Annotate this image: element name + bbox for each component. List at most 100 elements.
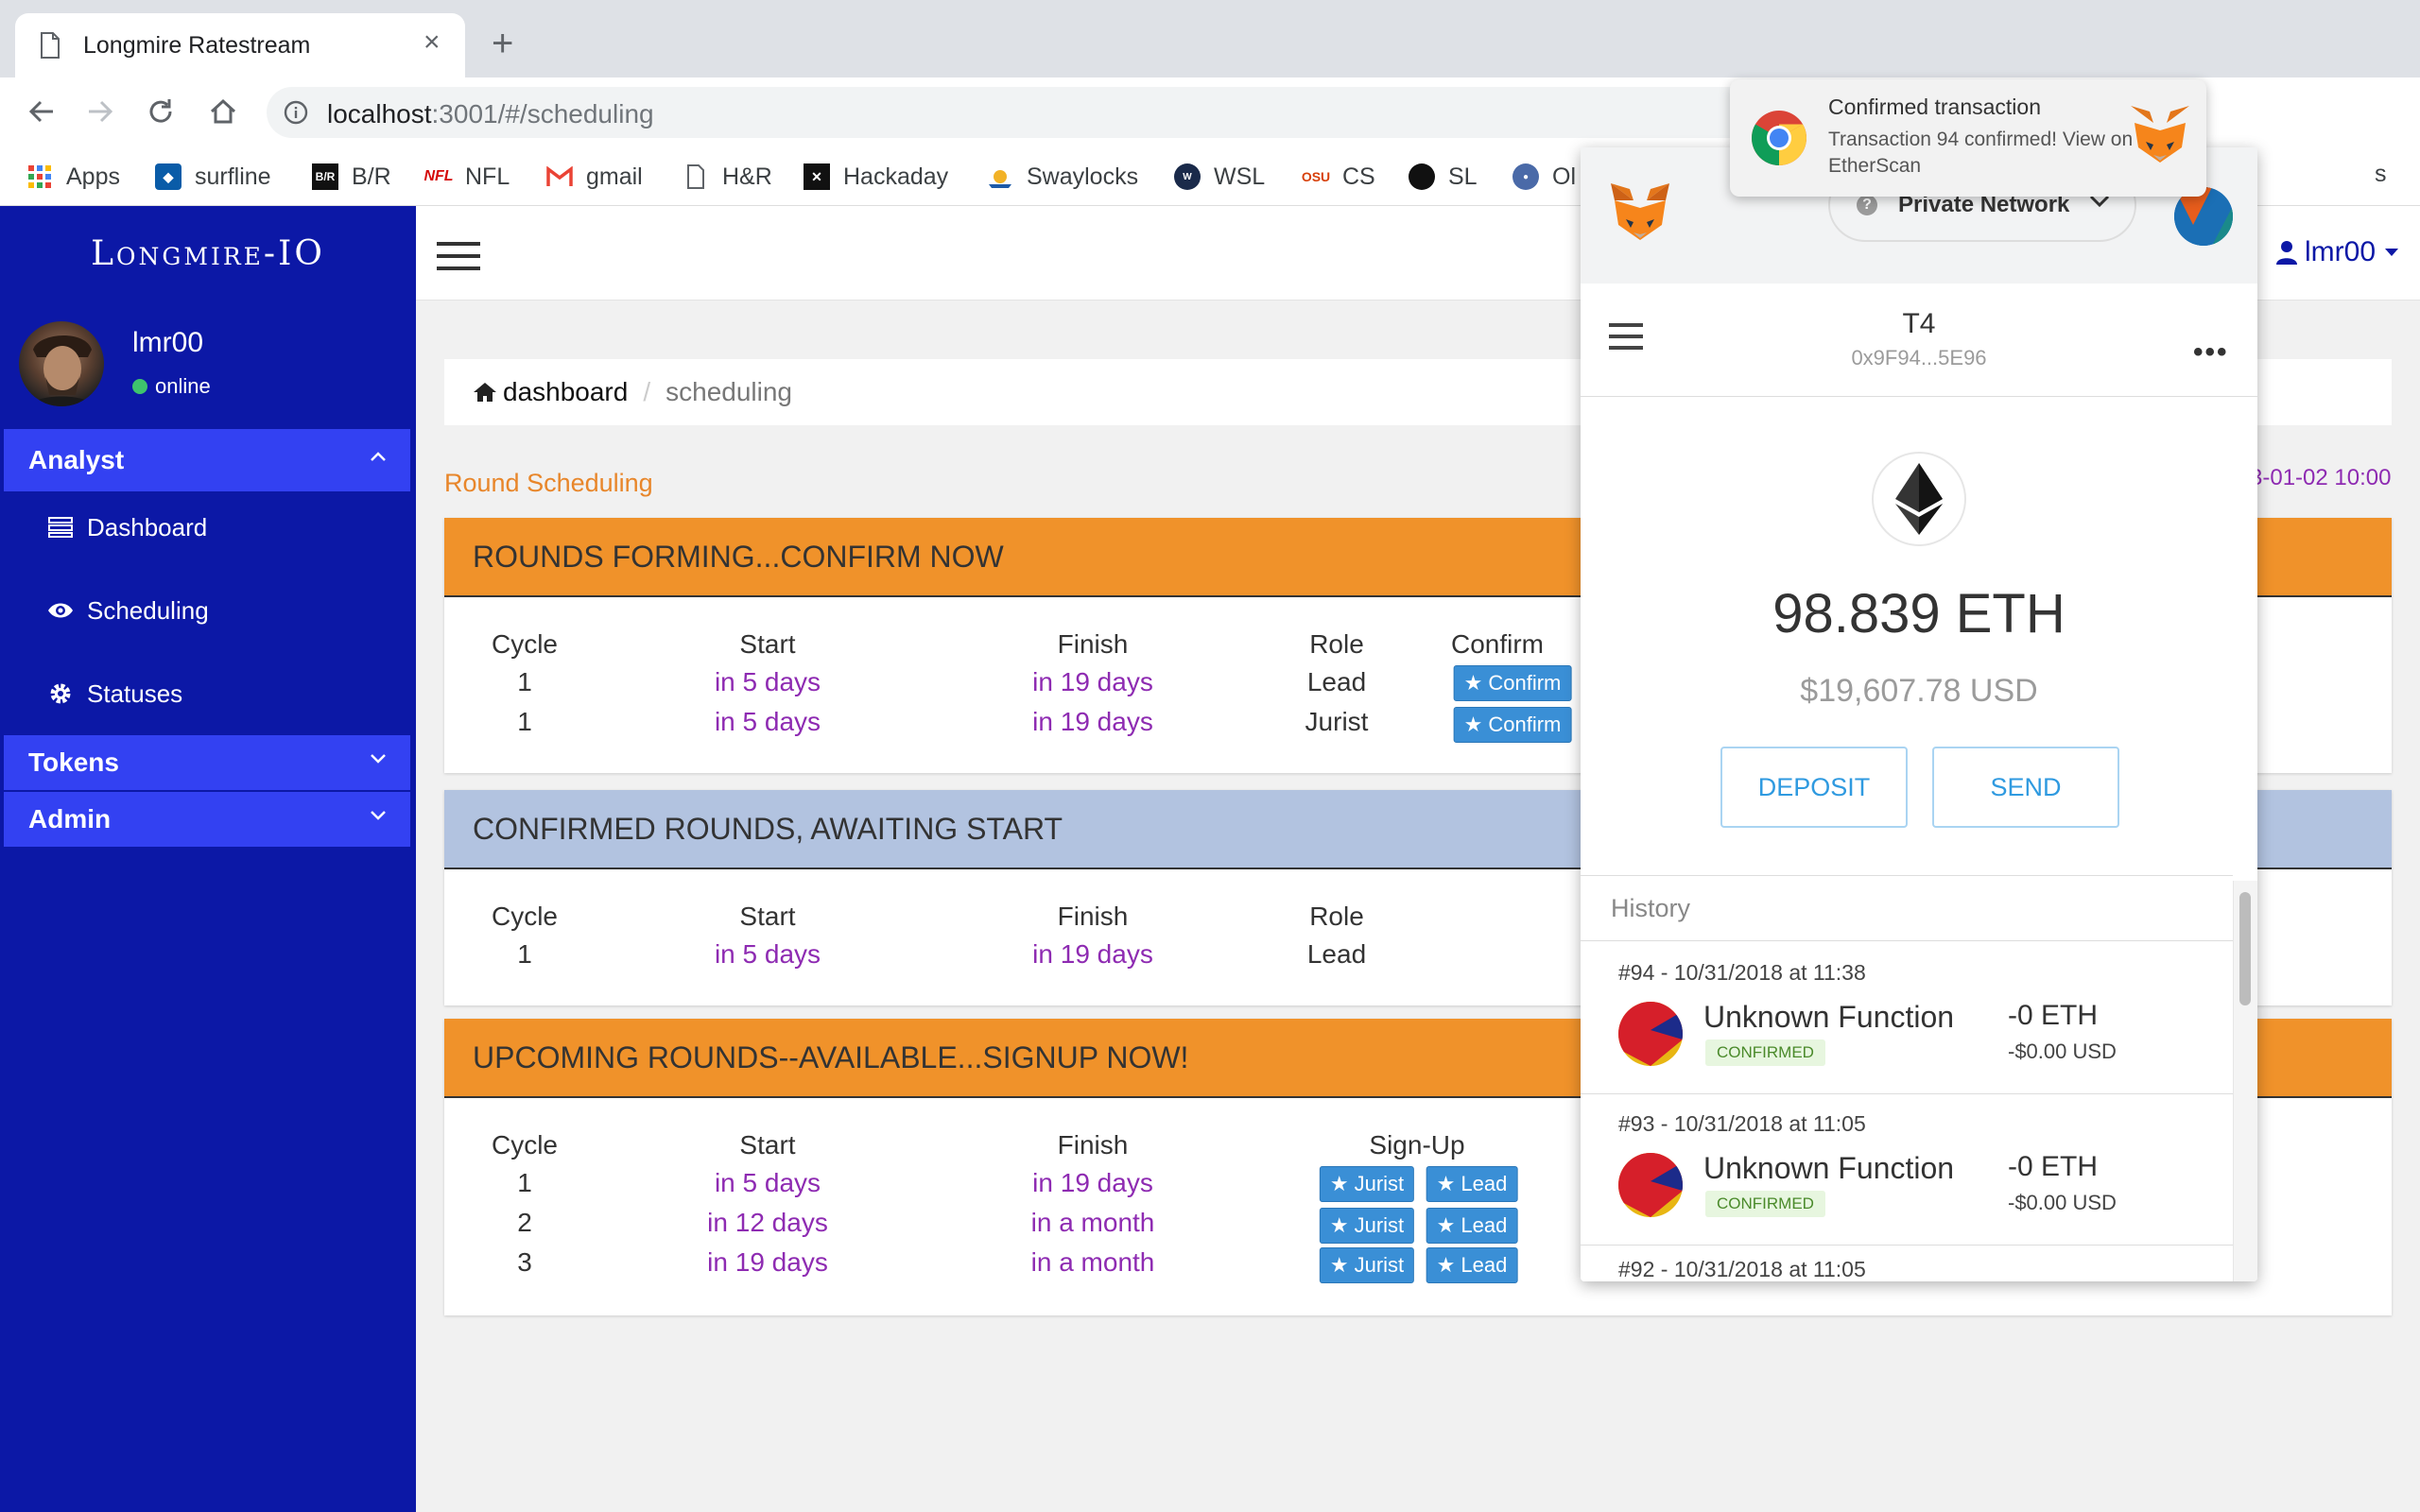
eth-balance: 98.839 ETH [1772,583,2066,644]
cycle-cell: 2 [517,1208,532,1237]
sidebar-item-dashboard[interactable]: Dashboard [47,508,207,546]
sidebar-item-statuses[interactable]: Statuses [47,675,182,713]
start-cell: in 19 days [707,1247,828,1277]
bookmark-apps[interactable]: Apps [26,159,120,195]
bookmark-label: B/R [352,163,391,190]
bookmark-sl[interactable]: SL [1409,159,1478,195]
reload-icon[interactable] [146,96,176,127]
history-header: History [1581,875,2233,941]
star-icon: ★ [1329,1253,1349,1277]
start-cell: in 5 days [714,667,821,696]
breadcrumb-home[interactable]: dashboard [473,377,628,407]
tx-function: Unknown Function [1703,1151,1955,1185]
confirm-jurist-button[interactable]: ★ Confirm [1453,707,1572,743]
confirm-lead-button[interactable]: ★ Confirm [1453,665,1572,701]
cycle-cell: 1 [517,1168,532,1197]
finish-cell: in 19 days [1032,707,1153,736]
page-icon [683,163,709,190]
bookmark-nfl[interactable]: NFL NFL [424,159,510,195]
tx-function: Unknown Function [1703,1000,1955,1034]
button-label: Confirm [1488,671,1562,695]
signup-jurist-button[interactable]: ★ Jurist [1319,1208,1415,1244]
user-status: online [132,374,211,399]
sidebar-item-label: Scheduling [87,595,209,625]
user-menu-label: lmr00 [2305,236,2377,267]
finish-cell: in 19 days [1032,939,1153,969]
bookmark-label: Swaylocks [1027,163,1139,190]
notification-title: Confirmed transaction [1828,94,2041,119]
scrollbar-thumb[interactable] [2239,892,2251,1005]
osu-icon: OSU [1301,169,1331,184]
back-icon[interactable] [26,96,57,127]
history-scrollbar[interactable] [2233,881,2257,1281]
menu-toggle-icon[interactable] [437,242,480,270]
column-header: Finish [1057,1130,1129,1160]
account-name[interactable]: T4 [1581,308,2257,340]
online-dot-icon [132,379,147,394]
column-header: Role [1309,902,1364,931]
signup-lead-button[interactable]: ★ Lead [1426,1247,1518,1283]
bookmark-gmail[interactable]: gmail [546,159,643,195]
hackaday-icon: ✕ [804,163,830,190]
forward-icon[interactable] [85,96,115,127]
brand-logo[interactable]: Longmire-IO [0,234,416,273]
status-label: online [155,374,211,398]
signup-lead-button[interactable]: ★ Lead [1426,1166,1518,1202]
sidebar: Longmire-IO lmr00 online Analyst Dashboa… [0,206,416,1512]
sidebar-section-tokens[interactable]: Tokens [4,735,410,790]
url-text: localhost:3001/#/scheduling [327,99,654,129]
user-icon [2276,240,2297,265]
bookmark-br[interactable]: B/R B/R [312,159,391,195]
account-address[interactable]: 0x9F94...5E96 [1581,346,2257,370]
transaction-item[interactable]: #93 - 10/31/2018 at 11:05 Unknown Functi… [1581,1094,2233,1246]
tx-identicon [1618,1002,1683,1066]
bookmark-swaylocks[interactable]: Swaylocks [987,159,1138,195]
finish-cell: in a month [1030,1247,1155,1277]
send-button[interactable]: SEND [1932,747,2119,828]
signup-lead-button[interactable]: ★ Lead [1426,1208,1518,1244]
browser-tab[interactable]: Longmire Ratestream × [15,13,465,77]
bookmark-label: H&R [722,163,772,190]
tx-date: #93 - 10/31/2018 at 11:05 [1618,1111,1866,1136]
bookmark-label: NFL [465,163,510,190]
close-tab-icon[interactable]: × [424,28,441,57]
chevron-down-icon [369,752,388,765]
deposit-button[interactable]: DEPOSIT [1720,747,1908,828]
tx-date: #94 - 10/31/2018 at 11:38 [1618,960,1866,985]
bookmark-wsl[interactable]: W WSL [1174,159,1265,195]
home-icon[interactable] [208,96,238,127]
bookmark-hackaday[interactable]: ✕ Hackaday [804,159,948,195]
sidebar-section-admin[interactable]: Admin [4,792,410,847]
bookmark-cs[interactable]: OSU CS [1301,159,1375,195]
signup-jurist-button[interactable]: ★ Jurist [1319,1166,1415,1202]
user-menu[interactable]: lmr00 [2276,236,2399,268]
sidebar-item-label: Dashboard [87,512,208,541]
new-tab-icon[interactable]: + [492,25,513,62]
ol-icon: ● [1512,163,1539,190]
site-info-icon[interactable] [284,100,308,125]
tx-usd-amount: -$0.00 USD [2008,1191,2117,1214]
metamask-fox-icon [2127,104,2193,164]
transaction-item[interactable]: #94 - 10/31/2018 at 11:38 Unknown Functi… [1581,943,2233,1094]
tx-usd-amount: -$0.00 USD [2008,1040,2117,1063]
bookmark-hr[interactable]: H&R [683,159,772,195]
column-header: Sign-Up [1369,1130,1465,1160]
more-options-icon[interactable]: ••• [2193,336,2229,369]
transaction-notification[interactable]: Confirmed transaction Transaction 94 con… [1730,79,2206,197]
transaction-item[interactable]: #92 - 10/31/2018 at 11:05 [1581,1246,2233,1281]
bookmark-surfline[interactable]: ◆ surfline [155,159,271,195]
swaylocks-icon [987,163,1013,190]
eye-icon [47,602,74,619]
sidebar-item-scheduling[interactable]: Scheduling [47,592,209,629]
bookmark-label: SL [1448,163,1478,190]
signup-jurist-button[interactable]: ★ Jurist [1319,1247,1415,1283]
surfline-icon: ◆ [155,163,182,190]
cycle-cell: 3 [517,1247,532,1277]
role-cell: Lead [1306,939,1367,969]
metamask-fox-icon[interactable] [1607,181,1673,242]
button-label: Jurist [1354,1172,1405,1195]
star-icon: ★ [1463,671,1483,695]
bookmark-ol[interactable]: ● Ol [1512,159,1576,195]
address-bar[interactable]: localhost:3001/#/scheduling [267,87,1798,138]
sidebar-section-analyst[interactable]: Analyst [4,429,410,491]
